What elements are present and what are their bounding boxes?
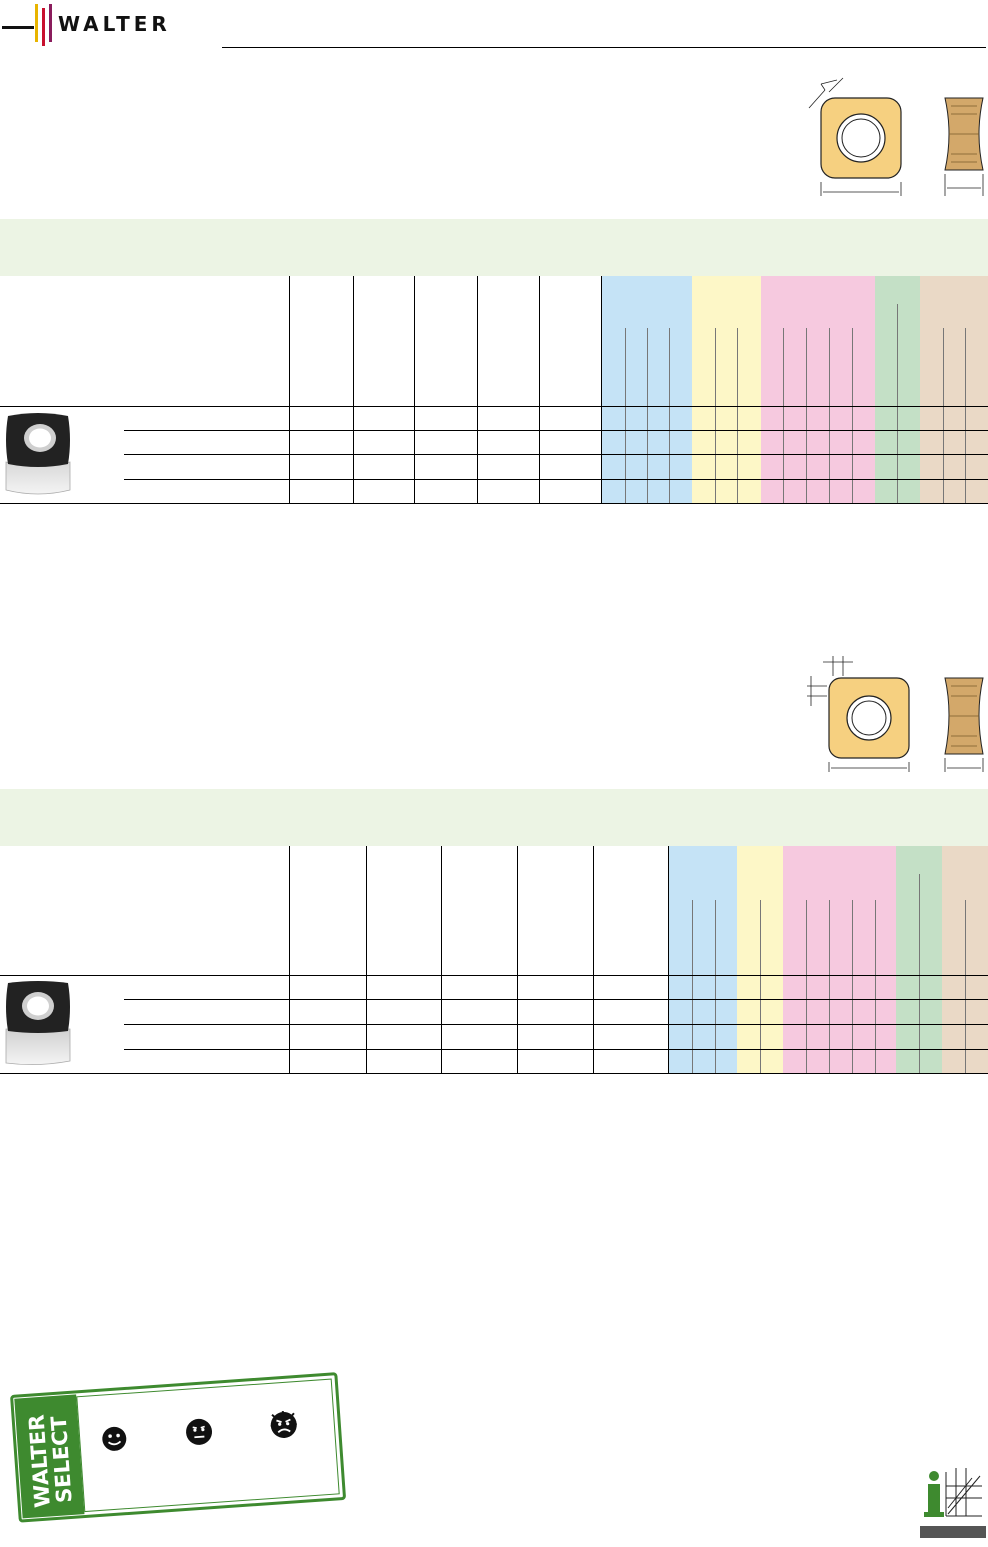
col-divider bbox=[601, 276, 602, 503]
sub-divider bbox=[806, 900, 807, 1073]
walter-select-stamp: WALTER SELECT bbox=[10, 1372, 349, 1529]
table-title-band-2 bbox=[0, 789, 988, 846]
happy-face-icon bbox=[102, 1426, 127, 1451]
insert-table-2 bbox=[0, 846, 988, 1074]
col-divider bbox=[441, 846, 442, 1073]
walter-logo: WALTER bbox=[0, 0, 210, 50]
table-bottom-rule bbox=[0, 1073, 988, 1074]
header-row-rule bbox=[0, 406, 988, 407]
col-divider bbox=[289, 846, 290, 1073]
table-row-rule bbox=[124, 999, 988, 1000]
neutral-face-icon bbox=[186, 1418, 213, 1445]
info-box[interactable] bbox=[920, 1462, 986, 1538]
sub-divider bbox=[647, 328, 648, 503]
material-column-k bbox=[761, 276, 875, 503]
table-row-rule bbox=[124, 1049, 988, 1050]
sub-divider bbox=[897, 304, 898, 503]
logo-dash bbox=[2, 26, 34, 29]
stamp-label: WALTER SELECT bbox=[24, 1413, 77, 1509]
col-divider bbox=[366, 846, 367, 1073]
sub-divider bbox=[829, 328, 830, 503]
sub-divider bbox=[715, 328, 716, 503]
sub-divider bbox=[852, 328, 853, 503]
sub-divider bbox=[625, 328, 626, 503]
col-divider bbox=[539, 276, 540, 503]
material-column-k bbox=[783, 846, 896, 1073]
logo-text: WALTER bbox=[58, 12, 171, 36]
sub-divider bbox=[965, 328, 966, 503]
material-column-m bbox=[692, 276, 761, 503]
table-bottom-rule bbox=[0, 503, 988, 504]
insert-drawing-top-1 bbox=[808, 77, 902, 196]
table-row-rule bbox=[124, 479, 988, 480]
angry-face-icon bbox=[270, 1410, 297, 1438]
insert-drawing-side-1 bbox=[944, 97, 984, 196]
table-row-rule bbox=[124, 1024, 988, 1025]
insert-photo-1 bbox=[5, 413, 71, 495]
logo-stripe-red bbox=[42, 8, 45, 46]
header-rule bbox=[222, 47, 986, 48]
sub-divider bbox=[829, 900, 830, 1073]
sub-divider bbox=[965, 900, 966, 1073]
table-title-band-1 bbox=[0, 219, 988, 276]
insert-photo-2 bbox=[5, 981, 71, 1065]
sub-divider bbox=[806, 328, 807, 503]
sub-divider bbox=[875, 900, 876, 1073]
col-divider bbox=[353, 276, 354, 503]
material-column-s bbox=[920, 276, 988, 503]
col-divider bbox=[668, 846, 669, 1073]
logo-stripe-yellow bbox=[35, 4, 38, 42]
info-box-bar bbox=[920, 1526, 986, 1538]
sub-divider bbox=[692, 900, 693, 1073]
insert-drawing-top-2 bbox=[807, 656, 910, 772]
insert-table-1 bbox=[0, 276, 988, 504]
insert-drawing-side-2 bbox=[944, 677, 984, 772]
table-row-rule bbox=[124, 430, 988, 431]
col-divider bbox=[517, 846, 518, 1073]
col-divider bbox=[477, 276, 478, 503]
header-row-rule bbox=[0, 975, 988, 976]
col-divider bbox=[414, 276, 415, 503]
logo-stripe-purple bbox=[49, 4, 52, 42]
sub-divider bbox=[919, 874, 920, 1073]
col-divider bbox=[289, 276, 290, 503]
sub-divider bbox=[943, 328, 944, 503]
sub-divider bbox=[715, 900, 716, 1073]
sub-divider bbox=[783, 328, 784, 503]
sub-divider bbox=[852, 900, 853, 1073]
sub-divider bbox=[737, 328, 738, 503]
col-divider bbox=[593, 846, 594, 1073]
table-row-rule bbox=[124, 454, 988, 455]
sub-divider bbox=[760, 900, 761, 1073]
sub-divider bbox=[669, 328, 670, 503]
material-column-p bbox=[669, 846, 737, 1073]
info-icon bbox=[920, 1462, 986, 1520]
